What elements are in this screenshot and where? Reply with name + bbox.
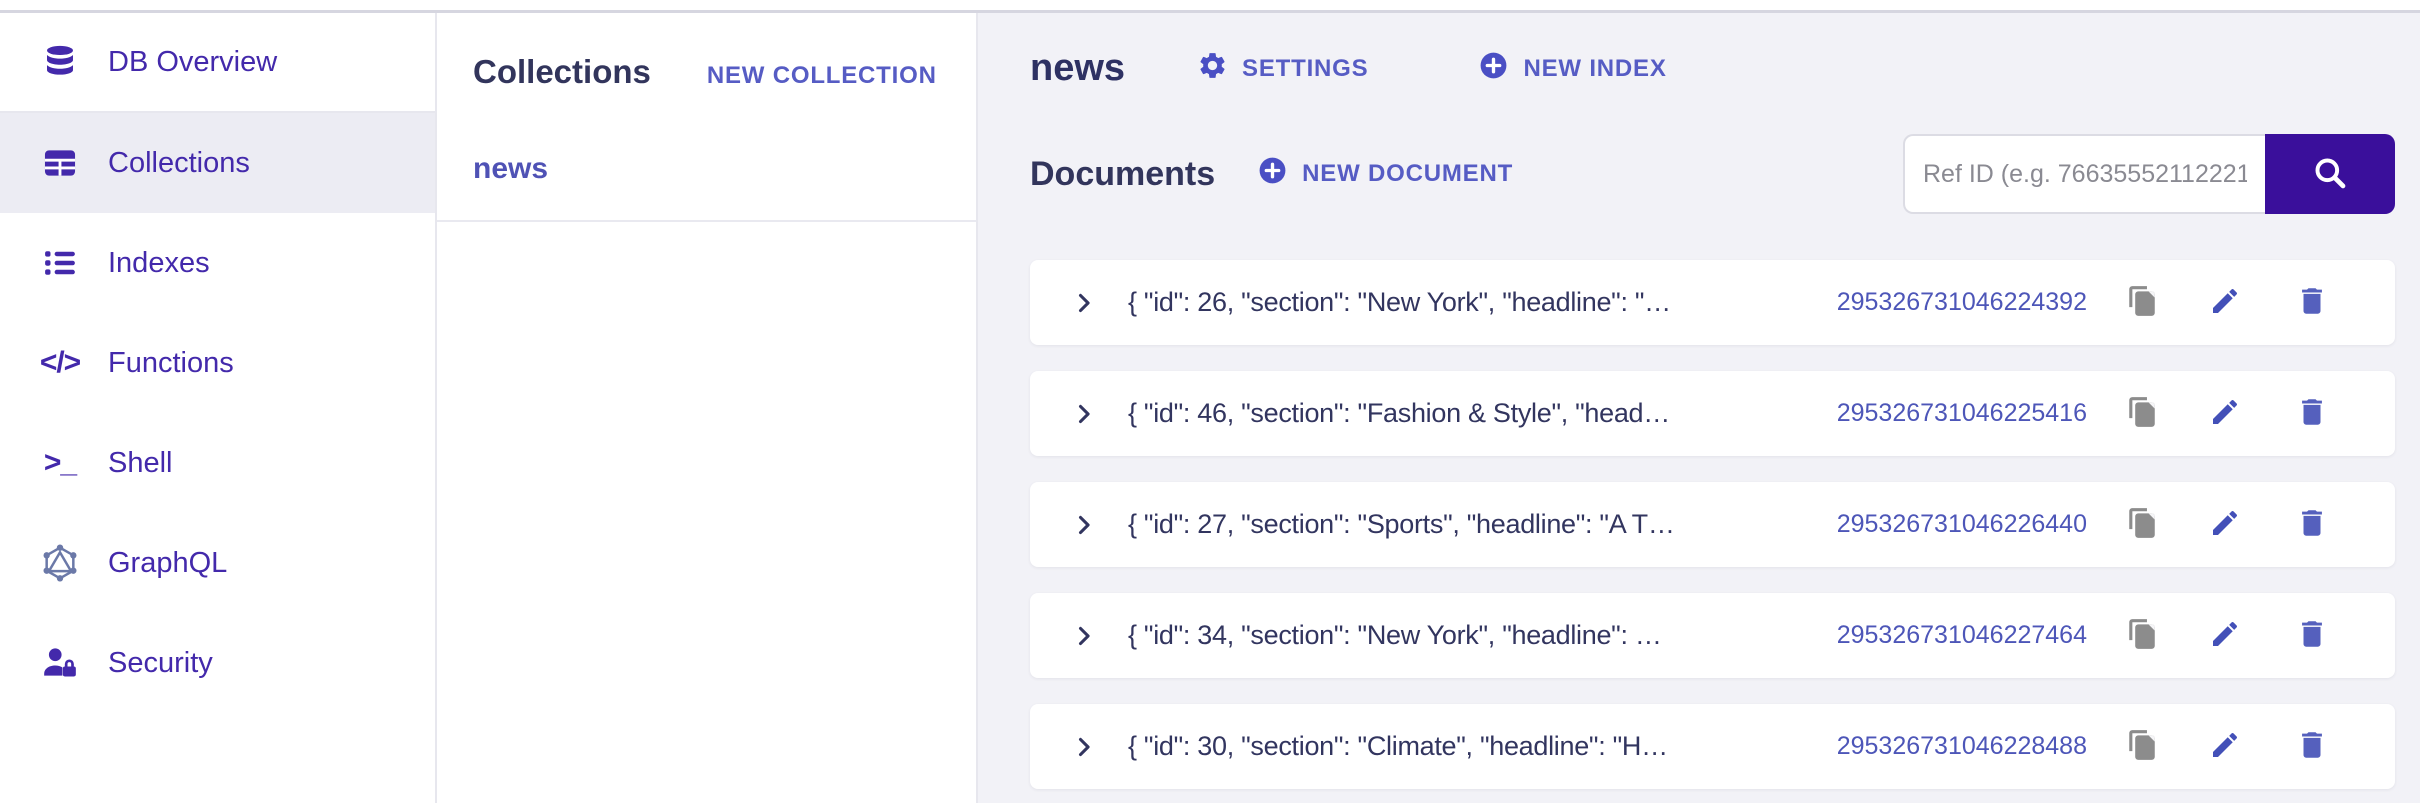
trash-icon xyxy=(2295,395,2329,432)
sidebar: DB Overview Collections xyxy=(0,13,437,803)
document-list: { "id": 26, "section": "New York", "head… xyxy=(1030,260,2395,789)
sidebar-item-label: Functions xyxy=(108,347,234,380)
new-document-button[interactable]: NEW DOCUMENT xyxy=(1257,155,1513,193)
document-ref-id-link[interactable]: 295326731046225416 xyxy=(1837,399,2087,428)
plus-circle-icon xyxy=(1478,50,1509,88)
chevron-right-icon[interactable] xyxy=(1070,733,1098,761)
database-icon xyxy=(24,43,96,81)
sidebar-item-functions[interactable]: </> Functions xyxy=(0,313,435,413)
document-json-preview: { "id": 26, "section": "New York", "head… xyxy=(1128,287,1671,318)
settings-label: SETTINGS xyxy=(1242,55,1368,83)
document-json-preview: { "id": 46, "section": "Fashion & Style"… xyxy=(1128,398,1670,429)
delete-button[interactable] xyxy=(2295,506,2329,543)
document-ref-id-link[interactable]: 295326731046228488 xyxy=(1837,732,2087,761)
document-row[interactable]: { "id": 30, "section": "Climate", "headl… xyxy=(1030,704,2395,789)
documents-title: Documents xyxy=(1030,155,1215,194)
trash-icon xyxy=(2295,284,2329,321)
chevron-right-icon[interactable] xyxy=(1070,289,1098,317)
collections-panel-title: Collections xyxy=(473,53,651,91)
document-row[interactable]: { "id": 46, "section": "Fashion & Style"… xyxy=(1030,371,2395,456)
settings-button[interactable]: SETTINGS xyxy=(1197,50,1368,88)
chevron-right-icon[interactable] xyxy=(1070,400,1098,428)
trash-icon xyxy=(2295,506,2329,543)
copy-icon xyxy=(2125,728,2159,765)
copy-icon xyxy=(2125,395,2159,432)
chevron-right-icon[interactable] xyxy=(1070,622,1098,650)
collection-list-item-news[interactable]: news xyxy=(437,117,976,222)
sidebar-item-label: Shell xyxy=(108,447,173,480)
main-content: news SETTINGS NEW INDEX Documents NEW xyxy=(978,13,2420,803)
plus-circle-icon xyxy=(1257,155,1288,193)
edit-button[interactable] xyxy=(2209,729,2241,764)
new-index-label: NEW INDEX xyxy=(1523,55,1666,83)
document-json-preview: { "id": 27, "section": "Sports", "headli… xyxy=(1128,509,1675,540)
pencil-icon xyxy=(2209,729,2241,764)
search-icon xyxy=(2311,154,2349,195)
sidebar-item-indexes[interactable]: Indexes xyxy=(0,213,435,313)
delete-button[interactable] xyxy=(2295,617,2329,654)
document-row[interactable]: { "id": 34, "section": "New York", "head… xyxy=(1030,593,2395,678)
copy-button[interactable] xyxy=(2125,728,2159,765)
sidebar-item-label: Indexes xyxy=(108,247,210,280)
code-icon: </> xyxy=(24,346,96,380)
copy-button[interactable] xyxy=(2125,506,2159,543)
document-row[interactable]: { "id": 27, "section": "Sports", "headli… xyxy=(1030,482,2395,567)
gear-icon xyxy=(1197,50,1228,88)
document-ref-id-link[interactable]: 295326731046224392 xyxy=(1837,288,2087,317)
collections-panel: Collections NEW COLLECTION news xyxy=(437,13,978,803)
copy-button[interactable] xyxy=(2125,284,2159,321)
sidebar-item-db-overview[interactable]: DB Overview xyxy=(0,13,435,113)
edit-button[interactable] xyxy=(2209,396,2241,431)
edit-button[interactable] xyxy=(2209,618,2241,653)
pencil-icon xyxy=(2209,396,2241,431)
sidebar-item-shell[interactable]: >_ Shell xyxy=(0,413,435,513)
sidebar-item-label: Security xyxy=(108,647,213,680)
edit-button[interactable] xyxy=(2209,507,2241,542)
copy-button[interactable] xyxy=(2125,395,2159,432)
search-button[interactable] xyxy=(2265,134,2395,214)
terminal-icon: >_ xyxy=(24,446,96,480)
trash-icon xyxy=(2295,728,2329,765)
document-json-preview: { "id": 30, "section": "Climate", "headl… xyxy=(1128,731,1668,762)
sidebar-item-label: GraphQL xyxy=(108,547,227,580)
new-index-button[interactable]: NEW INDEX xyxy=(1478,50,1666,88)
ref-search xyxy=(1903,134,2395,214)
trash-icon xyxy=(2295,617,2329,654)
delete-button[interactable] xyxy=(2295,395,2329,432)
sidebar-item-graphql[interactable]: GraphQL xyxy=(0,513,435,613)
collection-title: news xyxy=(1030,47,1125,90)
sidebar-item-label: DB Overview xyxy=(108,46,277,79)
ref-id-search-input[interactable] xyxy=(1903,134,2265,214)
document-ref-id-link[interactable]: 295326731046227464 xyxy=(1837,621,2087,650)
chevron-right-icon[interactable] xyxy=(1070,511,1098,539)
new-collection-button[interactable]: NEW COLLECTION xyxy=(707,62,937,90)
pencil-icon xyxy=(2209,507,2241,542)
document-ref-id-link[interactable]: 295326731046226440 xyxy=(1837,510,2087,539)
graphql-icon xyxy=(24,543,96,583)
sidebar-item-label: Collections xyxy=(108,147,250,180)
table-icon xyxy=(24,144,96,182)
sidebar-item-security[interactable]: Security xyxy=(0,613,435,713)
document-json-preview: { "id": 34, "section": "New York", "head… xyxy=(1128,620,1662,651)
user-lock-icon xyxy=(24,644,96,682)
copy-icon xyxy=(2125,617,2159,654)
edit-button[interactable] xyxy=(2209,285,2241,320)
copy-icon xyxy=(2125,284,2159,321)
document-row[interactable]: { "id": 26, "section": "New York", "head… xyxy=(1030,260,2395,345)
sidebar-item-collections[interactable]: Collections xyxy=(0,113,435,213)
app-window: DB Overview Collections xyxy=(0,13,2420,803)
delete-button[interactable] xyxy=(2295,728,2329,765)
new-document-label: NEW DOCUMENT xyxy=(1302,160,1513,188)
delete-button[interactable] xyxy=(2295,284,2329,321)
copy-button[interactable] xyxy=(2125,617,2159,654)
list-icon xyxy=(24,244,96,282)
pencil-icon xyxy=(2209,618,2241,653)
copy-icon xyxy=(2125,506,2159,543)
top-bar xyxy=(0,0,2420,13)
pencil-icon xyxy=(2209,285,2241,320)
